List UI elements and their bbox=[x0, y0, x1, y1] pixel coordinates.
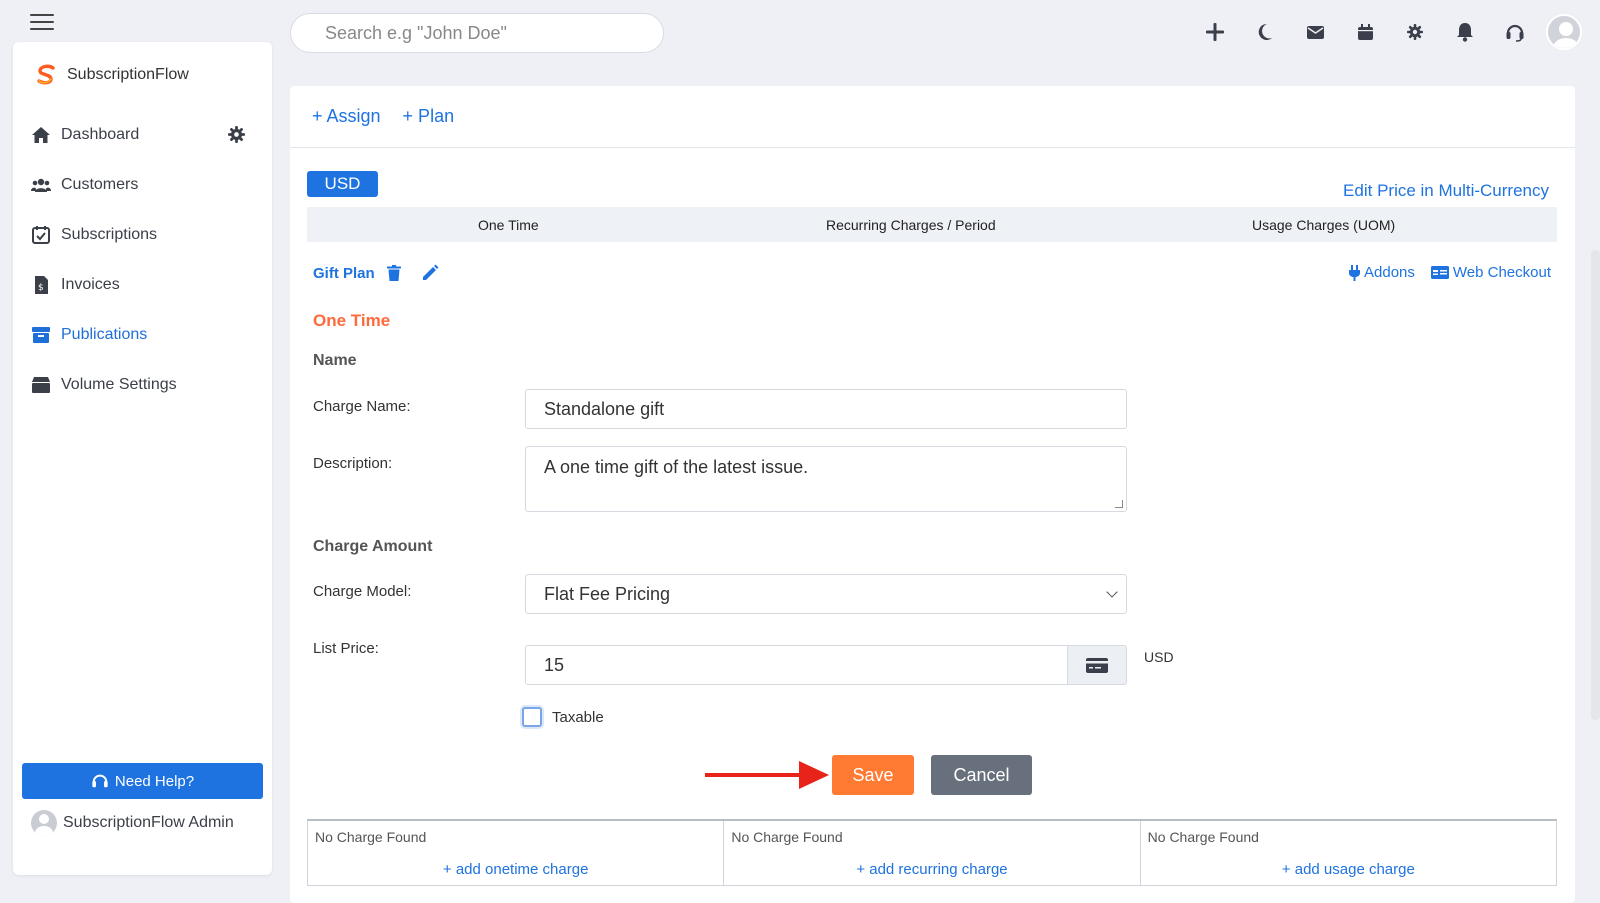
main-card: + Assign + Plan USD Edit Price in Multi-… bbox=[290, 86, 1575, 903]
red-arrow-annotation-icon bbox=[705, 761, 829, 789]
charge-name-input[interactable]: Standalone gift bbox=[525, 389, 1127, 429]
empty-state-text: No Charge Found bbox=[315, 829, 427, 845]
top-icons bbox=[1190, 10, 1582, 54]
checkout-card-icon bbox=[1430, 266, 1449, 279]
pencil-icon[interactable] bbox=[421, 264, 439, 282]
add-usage-charge-link[interactable]: + add usage charge bbox=[1141, 861, 1556, 878]
currency-badge[interactable]: USD bbox=[307, 171, 378, 197]
name-heading: Name bbox=[313, 352, 357, 369]
brand[interactable]: SubscriptionFlow bbox=[35, 64, 189, 86]
charge-amount-heading: Charge Amount bbox=[313, 538, 433, 555]
list-price-input[interactable]: 15 bbox=[525, 645, 1068, 685]
charge-model-label: Charge Model: bbox=[313, 583, 412, 600]
column-header-usage: Usage Charges (UOM) bbox=[1252, 216, 1396, 233]
cancel-button[interactable]: Cancel bbox=[931, 755, 1032, 795]
user-avatar[interactable] bbox=[1546, 14, 1582, 50]
web-checkout-label: Web Checkout bbox=[1452, 264, 1551, 281]
add-onetime-charge-link[interactable]: + add onetime charge bbox=[308, 861, 723, 878]
trash-icon[interactable] bbox=[386, 265, 401, 281]
description-textarea[interactable]: A one time gift of the latest issue. bbox=[525, 446, 1127, 512]
subscriptionflow-logo-icon bbox=[37, 64, 55, 85]
page-scrollbar[interactable] bbox=[1591, 250, 1600, 720]
charge-model-select[interactable]: Flat Fee Pricing bbox=[525, 574, 1127, 614]
add-recurring-charge-link[interactable]: + add recurring charge bbox=[724, 861, 1139, 878]
list-price-currency: USD bbox=[1144, 649, 1174, 665]
plan-name[interactable]: Gift Plan bbox=[313, 265, 375, 282]
sidebar-item-subscriptions[interactable]: Subscriptions bbox=[31, 210, 256, 260]
addons-label: Addons bbox=[1364, 264, 1415, 281]
admin-profile[interactable]: SubscriptionFlow Admin bbox=[31, 810, 234, 836]
charge-model-value: Flat Fee Pricing bbox=[544, 583, 671, 604]
sidebar: SubscriptionFlow Dashboard Customers Sub… bbox=[13, 42, 272, 875]
headset-icon bbox=[92, 774, 108, 788]
brand-name: SubscriptionFlow bbox=[67, 66, 189, 83]
empty-state-text: No Charge Found bbox=[731, 829, 843, 845]
description-text: A one time gift of the latest issue. bbox=[544, 457, 809, 477]
recurring-charges-cell: No Charge Found + add recurring charge bbox=[724, 821, 1141, 885]
list-price-label: List Price: bbox=[313, 640, 379, 657]
empty-state-text: No Charge Found bbox=[1147, 829, 1259, 845]
box-icon bbox=[32, 377, 50, 393]
assign-link[interactable]: + Assign bbox=[312, 106, 381, 127]
taxable-label: Taxable bbox=[552, 708, 604, 726]
charge-name-label: Charge Name: bbox=[313, 398, 411, 415]
headset-icon[interactable] bbox=[1490, 10, 1540, 54]
plug-icon bbox=[1349, 264, 1361, 281]
need-help-button[interactable]: Need Help? bbox=[22, 763, 263, 799]
gear-icon[interactable] bbox=[1390, 10, 1440, 54]
section-title: One Time bbox=[313, 311, 391, 330]
admin-name: SubscriptionFlow Admin bbox=[63, 814, 234, 831]
sidebar-item-label: Publications bbox=[61, 326, 148, 343]
sidebar-item-label: Subscriptions bbox=[61, 226, 158, 243]
sidebar-item-customers[interactable]: Customers bbox=[31, 160, 256, 210]
onetime-charges-cell: No Charge Found + add onetime charge bbox=[308, 821, 725, 885]
dashboard-settings-gear-icon[interactable] bbox=[228, 126, 246, 144]
charge-column-headers: One Time Recurring Charges / Period Usag… bbox=[307, 207, 1557, 242]
sidebar-item-volume-settings[interactable]: Volume Settings bbox=[31, 360, 256, 410]
charges-table: No Charge Found + add onetime charge No … bbox=[307, 819, 1557, 886]
sidebar-nav: Dashboard Customers Subscriptions $ Invo… bbox=[31, 110, 256, 410]
addons-link[interactable]: Addons bbox=[1349, 264, 1415, 281]
invoice-icon: $ bbox=[35, 276, 48, 294]
add-plan-link[interactable]: + Plan bbox=[403, 106, 455, 127]
description-label: Description: bbox=[313, 455, 393, 472]
resize-handle-icon[interactable] bbox=[1115, 500, 1123, 508]
web-checkout-link[interactable]: Web Checkout bbox=[1430, 264, 1551, 281]
search-input[interactable] bbox=[290, 13, 664, 53]
save-button[interactable]: Save bbox=[832, 755, 914, 795]
menu-icon[interactable] bbox=[30, 14, 54, 30]
chevron-down-icon bbox=[1106, 586, 1118, 598]
bell-icon[interactable] bbox=[1440, 10, 1490, 54]
sidebar-item-label: Invoices bbox=[61, 276, 120, 293]
plus-icon[interactable] bbox=[1190, 10, 1240, 54]
mail-icon[interactable] bbox=[1290, 10, 1340, 54]
sidebar-item-dashboard[interactable]: Dashboard bbox=[31, 110, 256, 160]
avatar bbox=[31, 810, 57, 836]
archive-icon bbox=[32, 327, 50, 343]
calendar-check-icon bbox=[32, 226, 50, 244]
sidebar-item-label: Dashboard bbox=[61, 126, 140, 143]
price-calculator-button[interactable] bbox=[1067, 645, 1127, 685]
taxable-checkbox[interactable] bbox=[522, 707, 542, 727]
svg-text:$: $ bbox=[38, 283, 44, 293]
sidebar-item-invoices[interactable]: $ Invoices bbox=[31, 260, 256, 310]
need-help-label: Need Help? bbox=[114, 772, 195, 790]
card-header: + Assign + Plan bbox=[290, 86, 1575, 148]
moon-icon[interactable] bbox=[1240, 10, 1290, 54]
users-icon bbox=[31, 178, 51, 192]
home-icon bbox=[32, 127, 50, 143]
sidebar-item-publications[interactable]: Publications bbox=[31, 310, 256, 360]
plan-actions: Addons Web Checkout bbox=[1349, 264, 1551, 281]
credit-card-icon bbox=[1086, 657, 1108, 673]
plan-row: Gift Plan bbox=[313, 264, 439, 282]
calendar-icon[interactable] bbox=[1340, 10, 1390, 54]
column-header-one-time: One Time bbox=[478, 216, 539, 233]
edit-multi-currency-link[interactable]: Edit Price in Multi-Currency bbox=[1343, 181, 1549, 201]
sidebar-item-label: Customers bbox=[61, 176, 139, 193]
taxable-option: Taxable bbox=[522, 707, 604, 727]
usage-charges-cell: No Charge Found + add usage charge bbox=[1141, 821, 1556, 885]
sidebar-item-label: Volume Settings bbox=[61, 376, 177, 393]
column-header-recurring: Recurring Charges / Period bbox=[826, 216, 996, 233]
